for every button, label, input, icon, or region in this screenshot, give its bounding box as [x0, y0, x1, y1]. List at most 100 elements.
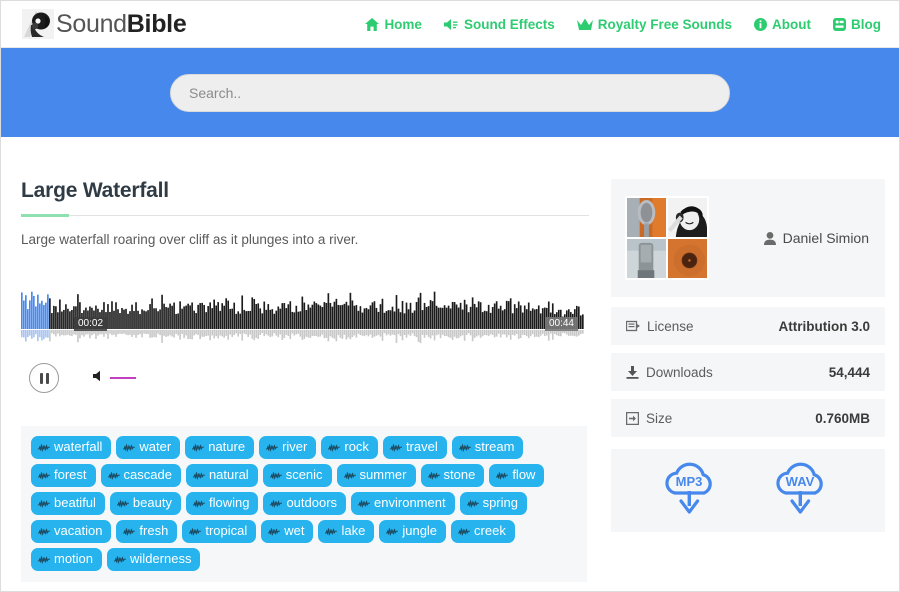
- vintage-microphone-photo: [627, 198, 666, 237]
- waveform-icon: [38, 527, 50, 536]
- info-row-downloads: Downloads 54,444: [611, 353, 885, 391]
- waveform-icon: [192, 499, 205, 508]
- tag-lake[interactable]: lake: [318, 520, 375, 543]
- home-icon: [365, 17, 380, 31]
- info-label-text-downloads: Downloads: [646, 364, 713, 380]
- tag-creek[interactable]: creek: [451, 520, 515, 543]
- total-time-label: 00:44: [544, 317, 578, 331]
- soundbible-portrait-logo: [22, 9, 54, 39]
- tag-natural[interactable]: natural: [185, 464, 258, 487]
- nav-item-sound-effects[interactable]: Sound Effects: [443, 17, 555, 32]
- info-circle-icon: [754, 17, 768, 31]
- author-name-block[interactable]: Daniel Simion: [763, 230, 871, 246]
- download-mp3-button[interactable]: MP3: [659, 460, 727, 521]
- speaker-icon: [93, 369, 105, 387]
- info-value-license: Attribution 3.0: [778, 318, 871, 334]
- waveform-icon: [343, 471, 356, 480]
- waveform-icon: [189, 527, 202, 536]
- tag-label: tropical: [205, 523, 248, 538]
- current-time-label: 00:02: [74, 317, 108, 331]
- download-icon: [626, 365, 639, 379]
- tag-rock[interactable]: rock: [321, 436, 378, 459]
- sidebar-column: Daniel Simion License Attribution 3.0 Do…: [611, 179, 885, 582]
- tag-label: rock: [344, 439, 369, 454]
- tag-motion[interactable]: motion: [31, 548, 103, 571]
- mp3-label: MP3: [675, 474, 702, 489]
- waveform-icon: [38, 443, 50, 452]
- cloud-download-icon: MP3: [664, 462, 712, 514]
- waveform-icon: [328, 443, 341, 452]
- waveform[interactable]: 00:02 00:44: [21, 285, 584, 347]
- tag-label: beatiful: [54, 495, 96, 510]
- waveform-icon: [269, 471, 282, 480]
- waveform-icon: [325, 527, 338, 536]
- tag-wilderness[interactable]: wilderness: [107, 548, 201, 571]
- tag-label: jungle: [402, 523, 438, 538]
- brand-logo-link[interactable]: SoundBible: [22, 9, 187, 39]
- tag-label: motion: [54, 551, 94, 566]
- tag-beatiful[interactable]: beatiful: [31, 492, 105, 515]
- nav-item-royalty-free-sounds[interactable]: Royalty Free Sounds: [576, 17, 732, 32]
- sound-description: Large waterfall roaring over cliff as it…: [21, 232, 359, 247]
- tag-label: stone: [443, 467, 476, 482]
- download-wav-button[interactable]: WAV: [770, 460, 838, 521]
- tag-label: lake: [341, 523, 366, 538]
- main-content: Large Waterfall Large waterfall roaring …: [1, 137, 899, 582]
- tag-environment[interactable]: environment: [351, 492, 455, 515]
- info-label-license: License: [626, 319, 694, 334]
- tag-label: nature: [208, 439, 246, 454]
- size-icon: [626, 411, 639, 425]
- pause-icon: [39, 372, 49, 384]
- tag-summer[interactable]: summer: [336, 464, 416, 487]
- search-input[interactable]: [170, 73, 730, 112]
- tag-scenic[interactable]: scenic: [262, 464, 332, 487]
- author-card: Daniel Simion: [611, 179, 885, 297]
- volume-slider[interactable]: [110, 377, 136, 379]
- tag-beauty[interactable]: beauty: [109, 492, 181, 515]
- tag-tropical[interactable]: tropical: [182, 520, 257, 543]
- tag-label: wet: [284, 523, 305, 538]
- tag-flow[interactable]: flow: [489, 464, 545, 487]
- tag-stone[interactable]: stone: [420, 464, 485, 487]
- brand-name-second: Bible: [126, 9, 187, 38]
- waveform-icon: [389, 443, 402, 452]
- tag-label: forest: [54, 467, 87, 482]
- nav-item-blog[interactable]: Blog: [833, 17, 881, 32]
- tag-spring[interactable]: spring: [459, 492, 527, 515]
- tag-river[interactable]: river: [259, 436, 317, 459]
- nav-label-about: About: [772, 16, 811, 32]
- nav-item-about[interactable]: About: [754, 17, 811, 32]
- author-photo-grid: [625, 196, 709, 280]
- play-pause-button[interactable]: [29, 363, 59, 393]
- tag-nature[interactable]: nature: [185, 436, 255, 459]
- tag-water[interactable]: water: [116, 436, 181, 459]
- search-banner: [1, 48, 899, 137]
- volume-control[interactable]: [93, 369, 136, 387]
- tag-travel[interactable]: travel: [382, 436, 447, 459]
- tag-label: fresh: [139, 523, 169, 538]
- player-controls: [21, 363, 589, 393]
- tag-jungle[interactable]: jungle: [379, 520, 447, 543]
- tag-cascade[interactable]: cascade: [100, 464, 181, 487]
- nav-item-home[interactable]: Home: [365, 17, 422, 32]
- tag-waterfall[interactable]: waterfall: [31, 436, 112, 459]
- brand-name-first: Sound: [56, 9, 127, 38]
- waveform-icon: [466, 499, 479, 508]
- waveform-icon: [38, 555, 50, 564]
- waveform-icon: [268, 527, 281, 536]
- tag-wet[interactable]: wet: [261, 520, 314, 543]
- blog-icon: [833, 17, 846, 31]
- tag-stream[interactable]: stream: [451, 436, 524, 459]
- tag-label: waterfall: [54, 439, 103, 454]
- tag-fresh[interactable]: fresh: [116, 520, 178, 543]
- tag-vacation[interactable]: vacation: [31, 520, 112, 543]
- waveform-icon: [270, 499, 283, 508]
- tag-outdoors[interactable]: outdoors: [263, 492, 347, 515]
- tag-label: cascade: [123, 467, 172, 482]
- waveform-graphic: [21, 291, 584, 344]
- waveform-icon: [116, 499, 129, 508]
- tag-flowing[interactable]: flowing: [185, 492, 259, 515]
- tag-label: river: [282, 439, 308, 454]
- tag-forest[interactable]: forest: [31, 464, 96, 487]
- user-icon: [763, 231, 776, 245]
